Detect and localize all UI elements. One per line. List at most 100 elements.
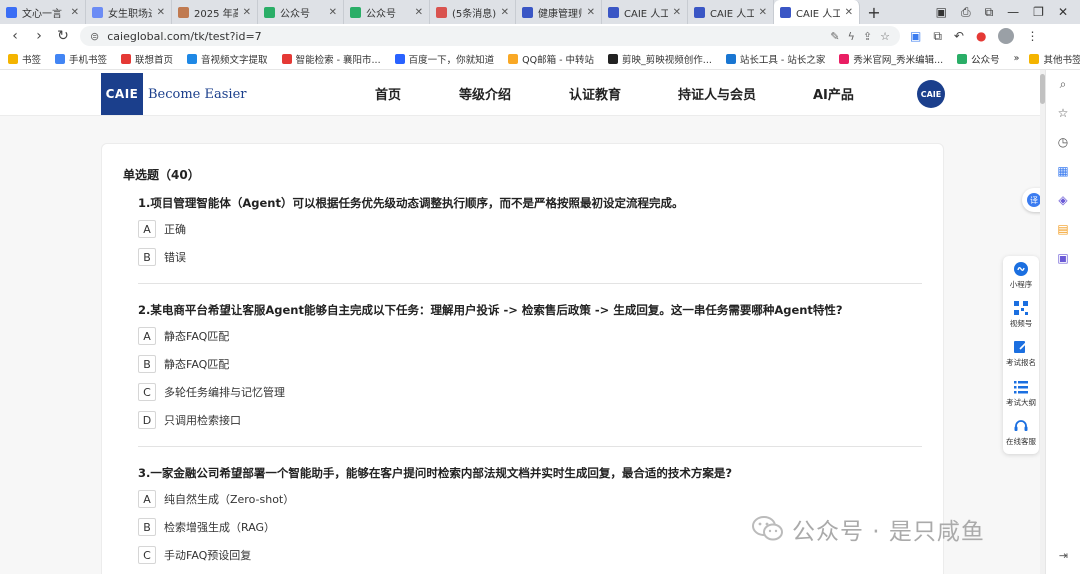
answer-option[interactable]: A 正确 xyxy=(138,219,922,239)
puzzle-icon[interactable]: ⧉ xyxy=(933,29,942,44)
option-letter[interactable]: D xyxy=(138,411,156,429)
nav-item[interactable]: 认证教育 xyxy=(569,84,678,103)
address-bar[interactable]: ⊜ caieglobal.com/tk/test?id=7 ✎ ϟ ⇪ ☆ xyxy=(80,26,900,46)
read-mode-icon[interactable]: ✎ xyxy=(830,30,839,43)
history-clock-icon[interactable]: ◷ xyxy=(1055,134,1071,150)
tab-close-icon[interactable]: ✕ xyxy=(845,7,853,18)
browser-tab[interactable]: 公众号 ✕ xyxy=(344,0,430,24)
answer-option[interactable]: D 只调用检索接口 xyxy=(138,410,922,430)
tab-search-icon[interactable]: ▣ xyxy=(936,5,947,19)
menu-icon[interactable]: ⋮ xyxy=(1026,29,1038,43)
profile-avatar[interactable] xyxy=(998,28,1015,44)
tab-close-icon[interactable]: ✕ xyxy=(673,7,681,18)
share-icon[interactable]: ⇪ xyxy=(863,30,872,43)
browser-tab[interactable]: CAIE 人工智 ✕ xyxy=(774,0,860,24)
minimize-button[interactable]: — xyxy=(1007,5,1019,19)
option-letter[interactable]: A xyxy=(138,220,156,238)
tab-close-icon[interactable]: ✕ xyxy=(157,7,165,18)
option-letter[interactable]: B xyxy=(138,355,156,373)
tab-close-icon[interactable]: ✕ xyxy=(243,7,251,18)
answer-option[interactable]: A 纯自然生成（Zero-shot） xyxy=(138,489,922,509)
bookmark-item[interactable]: 音视频文字提取 xyxy=(187,52,268,66)
option-letter[interactable]: A xyxy=(138,490,156,508)
nav-item[interactable]: AI产品 xyxy=(813,84,918,103)
lightning-icon[interactable]: ϟ xyxy=(848,30,855,43)
side-service-item[interactable]: 在线客服 xyxy=(1006,419,1036,454)
option-letter[interactable]: A xyxy=(138,327,156,345)
search-icon[interactable]: ⌕ xyxy=(1055,76,1071,92)
reload-button[interactable]: ↻ xyxy=(56,28,70,44)
bookmark-favicon-icon xyxy=(121,53,132,64)
nav-item[interactable]: 持证人与会员 xyxy=(678,84,813,103)
answer-option[interactable]: B 错误 xyxy=(138,247,922,267)
bookmark-label: 秀米官网_秀米编辑... xyxy=(853,54,944,66)
close-window-button[interactable]: ✕ xyxy=(1058,5,1068,19)
browser-tab[interactable]: 2025 年高训 ✕ xyxy=(172,0,258,24)
notification-icon[interactable]: ● xyxy=(976,29,986,43)
translate-icon: 译 xyxy=(1027,193,1041,207)
option-letter[interactable]: B xyxy=(138,518,156,536)
bookmark-star-icon[interactable]: ☆ xyxy=(880,30,890,43)
translate-extension-icon[interactable]: ▣ xyxy=(910,29,921,43)
browser-tab[interactable]: 女生职场进 ✕ xyxy=(86,0,172,24)
user-badge[interactable]: CAIE xyxy=(917,80,945,108)
bookmark-item[interactable]: 手机书签 xyxy=(55,52,107,66)
tab-close-icon[interactable]: ✕ xyxy=(329,7,337,18)
collapse-sidebar-icon[interactable]: ⇥ xyxy=(1046,549,1080,562)
browser-tab[interactable]: 文心一言 ✕ xyxy=(0,0,86,24)
answer-option[interactable]: A 静态FAQ匹配 xyxy=(138,326,922,346)
bookmark-item[interactable]: 站长工具 - 站长之家 xyxy=(725,52,825,66)
game-icon[interactable]: ◈ xyxy=(1055,192,1071,208)
bookmark-item[interactable]: 联想首页 xyxy=(121,52,173,66)
nav-item[interactable]: 首页 xyxy=(375,84,459,103)
print-icon[interactable]: ⎙ xyxy=(961,5,971,20)
bookmark-item[interactable]: 智能检索 - 襄阳市... xyxy=(281,52,381,66)
answer-option[interactable]: B 静态FAQ匹配 xyxy=(138,354,922,374)
option-letter[interactable]: B xyxy=(138,248,156,266)
back-button[interactable]: ‹ xyxy=(8,28,22,44)
browser-tab[interactable]: 健康管理师 ✕ xyxy=(516,0,602,24)
tab-close-icon[interactable]: ✕ xyxy=(501,7,509,18)
tab-close-icon[interactable]: ✕ xyxy=(587,7,595,18)
favorites-icon[interactable]: ☆ xyxy=(1055,105,1071,121)
history-icon[interactable]: ↶ xyxy=(954,29,964,43)
bookmarks-overflow-icon[interactable]: » xyxy=(1014,53,1020,64)
tab-title: 2025 年高训 xyxy=(194,8,238,20)
bookmark-item[interactable]: 公众号 xyxy=(957,52,1000,66)
option-letter[interactable]: C xyxy=(138,383,156,401)
bookmark-favicon-icon xyxy=(508,53,519,64)
site-info-icon[interactable]: ⊜ xyxy=(90,30,99,43)
side-service-item[interactable]: 视频号 xyxy=(1010,301,1032,336)
bookmark-item[interactable]: 百度一下，你就知道 xyxy=(394,52,494,66)
side-service-label: 考试大纲 xyxy=(1006,397,1036,407)
extensions-icon[interactable]: ⧉ xyxy=(985,5,994,20)
tab-close-icon[interactable]: ✕ xyxy=(415,7,423,18)
side-service-item[interactable]: 小程序 xyxy=(1010,262,1032,297)
side-service-item[interactable]: 考试报名 xyxy=(1006,340,1036,375)
browser-tab[interactable]: CAIE 人工智 ✕ xyxy=(688,0,774,24)
tab-close-icon[interactable]: ✕ xyxy=(71,7,79,18)
bookmark-favicon-icon xyxy=(839,53,850,64)
tab-close-icon[interactable]: ✕ xyxy=(759,7,767,18)
maximize-button[interactable]: ❐ xyxy=(1033,5,1044,19)
bookmark-item[interactable]: 秀米官网_秀米编辑... xyxy=(839,52,943,66)
nav-item[interactable]: 等级介绍 xyxy=(459,84,569,103)
bookmark-item[interactable]: 书签 xyxy=(8,52,41,66)
bookmark-item[interactable]: QQ邮箱 - 中转站 xyxy=(508,52,594,66)
bookmarks-bar: 书签 手机书签 联想首页 音视频文字提取 智能检索 - 襄阳市... 百度一下，你就知道 Q… xyxy=(0,48,1080,70)
browser-tab[interactable]: CAIE 人工智 ✕ xyxy=(602,0,688,24)
ai-assistant-icon[interactable]: ▦ xyxy=(1055,163,1071,179)
browser-tab[interactable]: 公众号 ✕ xyxy=(258,0,344,24)
site-logo[interactable]: CAIE Become Easier xyxy=(101,73,246,115)
other-bookmarks[interactable]: 其他书签 xyxy=(1029,52,1080,66)
answer-option[interactable]: C 手动FAQ预设回复 xyxy=(138,545,922,565)
gift-icon[interactable]: ▤ xyxy=(1055,221,1071,237)
side-service-item[interactable]: 考试大纲 xyxy=(1006,380,1036,415)
browser-tab[interactable]: (5条消息) ✕ xyxy=(430,0,516,24)
bookmark-item[interactable]: 剪映_剪映视频创作... xyxy=(608,52,712,66)
option-letter[interactable]: C xyxy=(138,546,156,564)
answer-option[interactable]: C 多轮任务编排与记忆管理 xyxy=(138,382,922,402)
forward-button[interactable]: › xyxy=(32,28,46,44)
translate-side-icon[interactable]: ▣ xyxy=(1055,250,1071,266)
new-tab-button[interactable]: + xyxy=(860,0,888,24)
